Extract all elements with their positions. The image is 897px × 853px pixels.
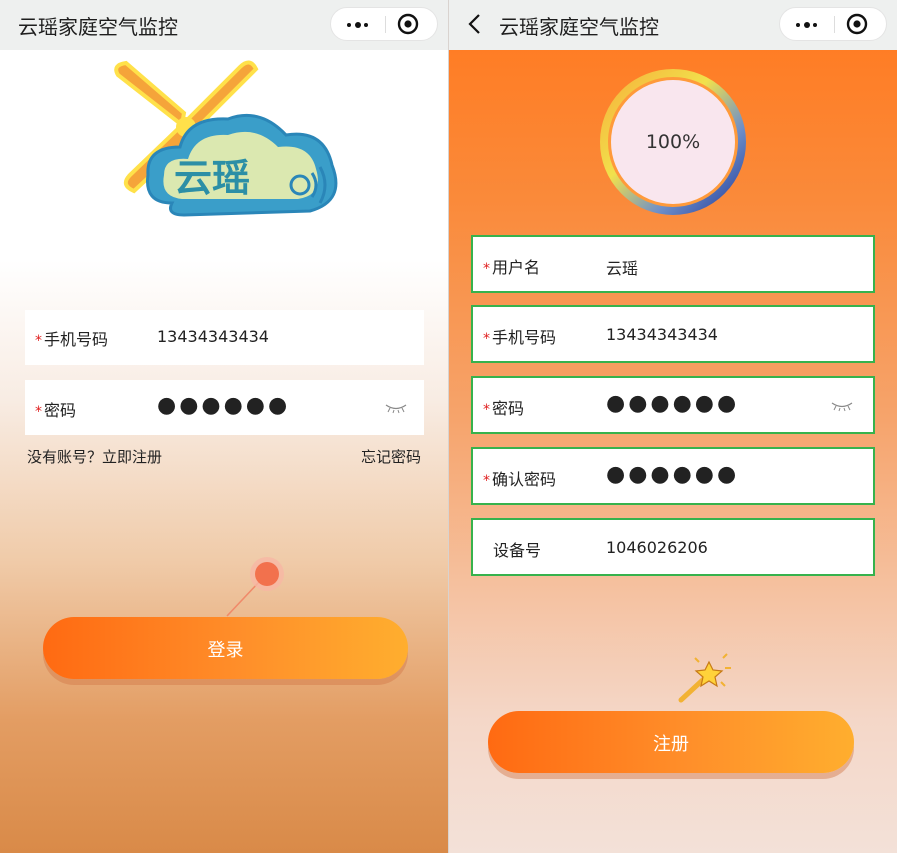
- required-marker: *: [35, 333, 42, 349]
- username-label: * 用户名: [483, 258, 541, 277]
- forgot-password-link[interactable]: 忘记密码: [361, 446, 421, 467]
- mini-program-capsule: [330, 7, 438, 41]
- phone-label: * 手机号码: [483, 328, 557, 347]
- required-marker: *: [483, 261, 490, 277]
- target-close-icon[interactable]: [846, 13, 868, 35]
- capsule-divider: [385, 16, 386, 33]
- username-field[interactable]: * 用户名 云瑶: [471, 235, 875, 293]
- more-dots-icon[interactable]: [331, 8, 385, 40]
- page-title: 云瑶家庭空气监控: [18, 15, 178, 39]
- progress-percent: 100%: [645, 131, 701, 153]
- target-close-icon[interactable]: [397, 13, 419, 35]
- register-button-label: 注册: [653, 734, 689, 755]
- register-button[interactable]: 注册: [488, 711, 854, 773]
- capsule-divider: [834, 16, 835, 33]
- login-screen: 云瑶家庭空气监控 云瑶 * 手机号码 13434343434 * 密码 ●●●●…: [0, 0, 448, 853]
- eye-closed-icon[interactable]: [831, 400, 853, 412]
- username-value[interactable]: 云瑶: [606, 255, 638, 279]
- device-id-label: 设备号: [493, 541, 542, 560]
- password-value[interactable]: ●●●●●●: [157, 393, 290, 418]
- eye-closed-icon[interactable]: [385, 402, 407, 414]
- password-value[interactable]: ●●●●●●: [606, 391, 739, 416]
- page-title: 云瑶家庭空气监控: [499, 15, 659, 39]
- login-button-label: 登录: [207, 640, 244, 661]
- confirm-password-value[interactable]: ●●●●●●: [606, 462, 739, 487]
- confirm-password-label: * 确认密码: [483, 470, 557, 489]
- password-label: * 密码: [483, 399, 525, 418]
- password-field[interactable]: * 密码 ●●●●●●: [25, 380, 424, 435]
- phone-value[interactable]: 13434343434: [606, 325, 718, 344]
- register-link[interactable]: 没有账号？立即注册: [27, 446, 162, 467]
- magic-wand-icon: [678, 653, 731, 703]
- more-dots-icon[interactable]: [780, 8, 834, 40]
- login-button[interactable]: 登录: [43, 617, 408, 679]
- mini-program-capsule: [779, 7, 887, 41]
- phone-value[interactable]: 13434343434: [157, 327, 269, 346]
- nav-bar: 云瑶家庭空气监控: [449, 0, 897, 50]
- device-id-value[interactable]: 1046026206: [606, 538, 708, 557]
- device-id-field[interactable]: 设备号 1046026206: [471, 518, 875, 576]
- yunyao-logo: 云瑶: [114, 60, 338, 217]
- chevron-left-icon[interactable]: [463, 12, 487, 36]
- phone-field[interactable]: * 手机号码 13434343434: [25, 310, 424, 365]
- password-field[interactable]: * 密码 ●●●●●●: [471, 376, 875, 434]
- phone-field[interactable]: * 手机号码 13434343434: [471, 305, 875, 363]
- required-marker: *: [35, 404, 42, 420]
- confirm-password-field[interactable]: * 确认密码 ●●●●●●: [471, 447, 875, 505]
- required-marker: *: [483, 331, 490, 347]
- phone-label: * 手机号码: [35, 330, 109, 349]
- logo-text: 云瑶: [174, 156, 250, 200]
- nav-bar: 云瑶家庭空气监控: [0, 0, 448, 50]
- location-pin-icon: [226, 557, 284, 617]
- required-marker: *: [483, 473, 490, 489]
- password-label: * 密码: [35, 401, 77, 420]
- required-marker: *: [483, 402, 490, 418]
